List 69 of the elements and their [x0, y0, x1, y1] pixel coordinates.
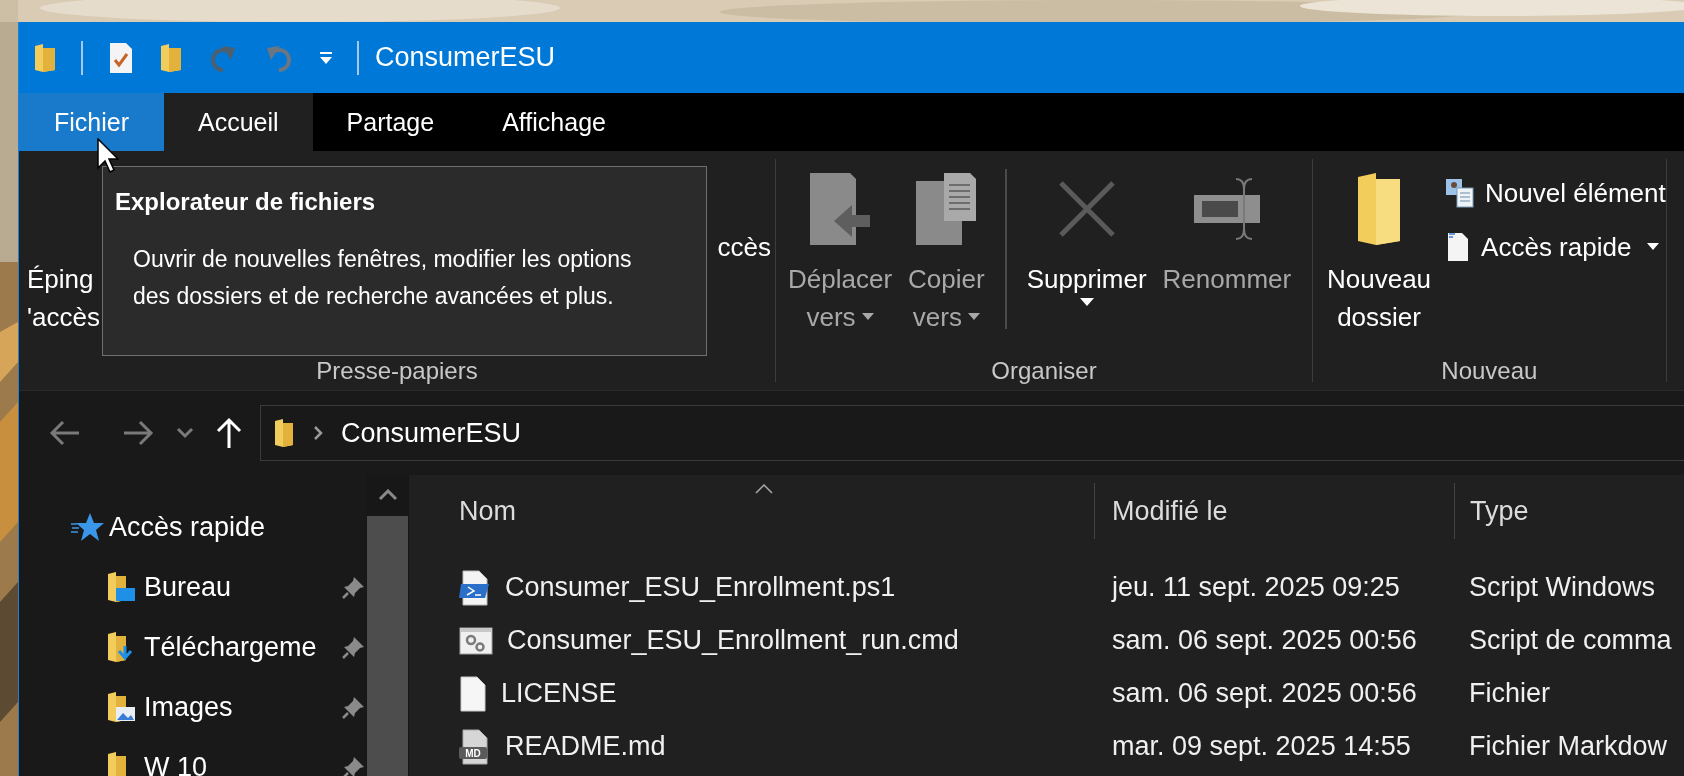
button-label[interactable]: ccès — [717, 228, 775, 266]
group-label: Nouveau — [1440, 356, 1539, 386]
checklist-icon[interactable] — [107, 41, 135, 74]
nav-item[interactable]: Images — [19, 677, 366, 737]
script-file-icon — [459, 569, 491, 606]
column-header[interactable]: Nom — [409, 483, 1094, 539]
chevron-right-icon — [313, 425, 323, 441]
ribbon-tab[interactable]: Accueil — [164, 93, 313, 151]
pointer-icon — [97, 138, 119, 174]
new-item-icon — [1445, 178, 1476, 208]
star-icon — [71, 512, 105, 542]
caret-icon — [861, 313, 874, 321]
nav-item[interactable]: Bureau — [19, 557, 366, 617]
scroll-up-icon[interactable] — [377, 489, 398, 501]
file-icon — [459, 675, 487, 712]
pin-icon[interactable] — [342, 695, 366, 719]
type-cell-text: Script de comma — [1468, 624, 1673, 657]
ribbon-small-button[interactable]: Nouvel élément — [1445, 174, 1666, 212]
button-label[interactable]: Éping — [27, 260, 100, 298]
column-header[interactable]: Type — [1454, 483, 1684, 539]
type-cell-text: Fichier — [1468, 677, 1551, 710]
gears-window-icon — [459, 625, 493, 656]
ribbon-button[interactable]: Nouveau dossier — [1319, 151, 1440, 336]
ribbon-tab[interactable]: Partage — [312, 93, 469, 151]
folder-icon — [1356, 171, 1403, 247]
tooltip-text: Ouvrir de nouvelles fenêtres, modifier les options des dossiers et de recherche avancées et plus. — [132, 245, 633, 311]
pictures-folder-icon — [106, 690, 136, 724]
caret-icon — [967, 313, 980, 321]
ribbon-small-button[interactable]: Accès rapide — [1445, 228, 1666, 266]
type-cell-text: Script Windows — [1468, 571, 1657, 604]
date-cell-text: jeu. 11 sept. 2025 09:25 — [1110, 571, 1401, 604]
nav-item[interactable]: W 10 — [19, 737, 366, 776]
nav-item[interactable]: Téléchargeme — [19, 617, 366, 677]
type-cell-text: Fichier Markdow — [1468, 730, 1669, 763]
delete-icon — [1056, 179, 1117, 239]
group-label: Organiser — [990, 356, 1098, 386]
documents-icon — [914, 171, 979, 247]
tooltip-title: Explorateur de fichiers — [115, 187, 377, 217]
ribbon-tab[interactable]: Affichage — [468, 93, 640, 151]
nav-item[interactable]: Accès rapide — [19, 497, 366, 557]
file-name-cell[interactable]: LICENSE — [409, 667, 1094, 720]
date-cell-text: sam. 06 sept. 2025 00:56 — [1111, 624, 1418, 657]
folder-icon[interactable] — [159, 41, 183, 74]
address-bar[interactable]: ConsumerESU — [260, 405, 1684, 461]
folder-icon — [273, 417, 295, 449]
file-name-cell[interactable]: Consumer_ESU_Enrollment_run.cmd — [409, 614, 1094, 667]
ribbon-button[interactable]: Supprimer — [1018, 151, 1155, 307]
column-header[interactable]: Modifié le — [1094, 483, 1454, 539]
date-cell-text: sam. 06 sept. 2025 00:56 — [1111, 677, 1418, 710]
rename-icon — [1191, 177, 1262, 241]
ribbon-tab[interactable]: Fichier — [19, 93, 164, 151]
pin-icon[interactable] — [342, 755, 366, 776]
dropdown-icon[interactable] — [319, 50, 333, 65]
pin-icon[interactable] — [342, 575, 366, 599]
up-arrow-icon[interactable] — [216, 417, 242, 449]
document-arrow-icon — [808, 171, 873, 247]
path-segment[interactable]: ConsumerESU — [341, 417, 522, 449]
window-title: ConsumerESU — [375, 42, 556, 73]
date-cell-text: mar. 09 sept. 2025 14:55 — [1111, 730, 1412, 763]
caret-icon — [1647, 243, 1660, 251]
desktop-folder-icon — [106, 570, 136, 604]
caret-icon — [1079, 298, 1094, 307]
file-type-label: MD — [465, 747, 481, 759]
file-name-cell[interactable]: Consumer_ESU_Enrollment.ps1 — [409, 561, 1094, 614]
file-name-cell[interactable]: MD README.md — [409, 720, 1094, 773]
group-label: Presse-papiers — [315, 356, 479, 386]
button-label[interactable]: 'accès — [27, 298, 100, 336]
folder-icon[interactable] — [33, 41, 57, 74]
pin-icon[interactable] — [342, 635, 366, 659]
